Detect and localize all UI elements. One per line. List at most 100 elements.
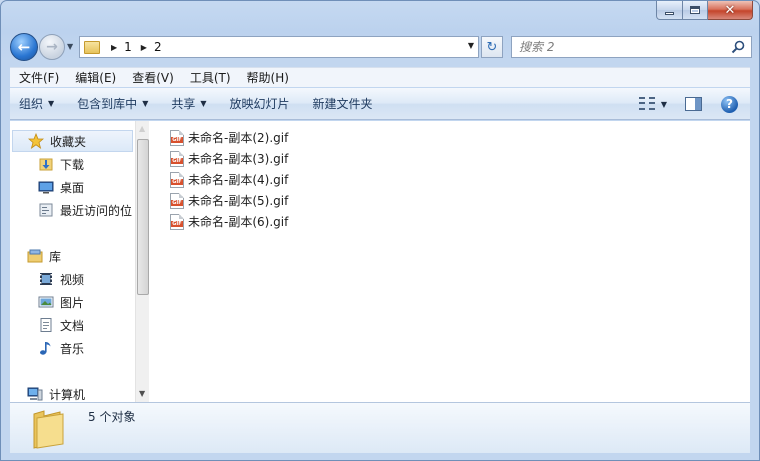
gif-file-icon-label: GIF <box>171 136 183 143</box>
recent-pages-dropdown[interactable]: ▼ <box>67 42 73 51</box>
file-item[interactable]: GIF 未命名-副本(3).gif <box>170 148 288 169</box>
file-name: 未命名-副本(4).gif <box>188 173 289 187</box>
file-item[interactable]: GIF 未命名-副本(5).gif <box>170 190 288 211</box>
folder-icon <box>33 410 64 449</box>
file-item[interactable]: GIF 未命名-副本(4).gif <box>170 169 288 190</box>
menu-help[interactable]: 帮助(H) <box>238 69 296 86</box>
file-item[interactable]: GIF 未命名-副本(6).gif <box>170 211 288 232</box>
menu-tools[interactable]: 工具(T) <box>181 69 238 86</box>
nav-videos[interactable]: 视频 <box>10 268 84 290</box>
share-button[interactable]: 共享 ▼ <box>162 95 214 112</box>
address-dropdown-icon[interactable]: ▼ <box>468 41 474 50</box>
navigation-scrollbar[interactable]: ▲ ▼ <box>135 121 149 402</box>
nav-libraries-label: 库 <box>49 249 62 264</box>
folder-icon <box>84 40 100 54</box>
refresh-button[interactable]: ↻ <box>481 36 503 58</box>
nav-recent-places-label: 最近访问的位 <box>60 203 133 218</box>
desktop-icon <box>38 181 54 194</box>
organize-label: 组织 <box>19 97 44 111</box>
back-arrow-icon: ← <box>17 38 31 56</box>
nav-documents-label: 文档 <box>60 318 85 333</box>
file-name: 未命名-副本(6).gif <box>188 215 289 229</box>
nav-music[interactable]: 音乐 <box>10 337 84 359</box>
nav-favorites-label: 收藏夹 <box>50 134 87 149</box>
gif-file-icon-label: GIF <box>171 220 183 227</box>
help-icon[interactable]: ? <box>721 95 738 113</box>
new-folder-button[interactable]: 新建文件夹 <box>304 95 381 112</box>
maximize-button[interactable] <box>683 1 708 20</box>
gif-file-icon: GIF <box>170 192 184 209</box>
forward-arrow-icon: → <box>46 39 58 55</box>
breadcrumb-item-1[interactable]: 1 <box>124 40 132 54</box>
breadcrumb-item-2[interactable]: 2 <box>154 40 162 54</box>
back-button[interactable]: ← <box>10 33 38 61</box>
navigation-pane: 收藏夹 下载 桌面 最近访问的位 库 视频 图片 文档 音乐 计算机 ▲ ▼ <box>10 121 149 402</box>
organize-button[interactable]: 组织 ▼ <box>10 95 62 112</box>
scrollbar-thumb[interactable] <box>137 139 149 295</box>
menu-file[interactable]: 文件(F) <box>10 69 66 86</box>
video-icon <box>40 273 52 285</box>
search-input[interactable] <box>519 40 719 54</box>
scroll-down-icon[interactable]: ▼ <box>139 389 145 398</box>
dropdown-arrow-icon: ▼ <box>200 99 207 108</box>
item-count: 5 个对象 <box>88 410 136 424</box>
nav-pictures[interactable]: 图片 <box>10 291 84 313</box>
nav-downloads[interactable]: 下载 <box>10 153 84 175</box>
new-folder-label: 新建文件夹 <box>312 97 373 111</box>
computer-icon <box>27 387 43 401</box>
close-icon: ✕ <box>724 2 736 18</box>
downloads-folder-icon <box>39 158 53 171</box>
gif-file-icon-label: GIF <box>171 199 183 206</box>
file-name: 未命名-副本(5).gif <box>188 194 289 208</box>
maximize-icon <box>690 6 700 14</box>
nav-desktop[interactable]: 桌面 <box>10 176 84 198</box>
nav-recent-places[interactable]: 最近访问的位 <box>10 199 132 221</box>
gif-file-icon-label: GIF <box>171 157 183 164</box>
library-icon <box>27 249 43 263</box>
file-list: GIF 未命名-副本(2).gif GIF 未命名-副本(3).gif GIF … <box>170 127 288 232</box>
menu-edit[interactable]: 编辑(E) <box>66 69 123 86</box>
nav-desktop-label: 桌面 <box>60 180 85 195</box>
forward-button[interactable]: → <box>39 34 65 60</box>
command-bar-right: ▼ ? <box>638 88 750 120</box>
explorer-window: ✕ ← → ▼ ▶ 1 ▶ 2 ▼ ↻ 文件(F) 编辑(E) 查看(V) 工具… <box>0 0 760 461</box>
star-icon <box>28 133 44 149</box>
gif-file-icon-label: GIF <box>171 178 183 185</box>
file-item[interactable]: GIF 未命名-副本(2).gif <box>170 127 288 148</box>
nav-music-label: 音乐 <box>60 341 85 356</box>
file-name: 未命名-副本(3).gif <box>188 152 289 166</box>
command-bar: 组织 ▼ 包含到库中 ▼ 共享 ▼ 放映幻灯片 新建文件夹 ▼ ? <box>10 88 750 120</box>
gif-file-icon: GIF <box>170 213 184 230</box>
slideshow-label: 放映幻灯片 <box>229 97 290 111</box>
preview-pane-icon[interactable] <box>685 97 702 111</box>
menu-view[interactable]: 查看(V) <box>123 69 181 86</box>
gif-file-icon: GIF <box>170 171 184 188</box>
breadcrumb-separator-icon[interactable]: ▶ <box>111 43 117 52</box>
documents-icon <box>40 318 52 332</box>
views-dropdown-icon[interactable]: ▼ <box>661 100 667 109</box>
music-icon <box>40 342 51 355</box>
include-in-library-button[interactable]: 包含到库中 ▼ <box>68 95 156 112</box>
nav-documents[interactable]: 文档 <box>10 314 84 336</box>
slideshow-button[interactable]: 放映幻灯片 <box>221 95 298 112</box>
search-icon[interactable] <box>731 40 745 54</box>
dropdown-arrow-icon: ▼ <box>142 99 149 108</box>
caption-buttons: ✕ <box>656 1 753 21</box>
nav-downloads-label: 下载 <box>60 157 85 172</box>
include-in-library-label: 包含到库中 <box>77 97 138 111</box>
nav-favorites[interactable]: 收藏夹 <box>12 130 133 152</box>
nav-computer[interactable]: 计算机 <box>10 383 85 402</box>
search-box[interactable] <box>511 36 752 58</box>
nav-libraries[interactable]: 库 <box>10 245 61 267</box>
scroll-up-icon[interactable]: ▲ <box>139 124 145 133</box>
nav-videos-label: 视频 <box>60 272 85 287</box>
dropdown-arrow-icon: ▼ <box>48 99 55 108</box>
breadcrumb-separator-icon[interactable]: ▶ <box>141 43 147 52</box>
address-bar[interactable]: ▶ 1 ▶ 2 ▼ <box>79 36 479 58</box>
minimize-button[interactable] <box>656 1 683 20</box>
close-button[interactable]: ✕ <box>708 1 753 20</box>
change-view-icon[interactable] <box>638 97 657 111</box>
minimize-icon <box>665 11 674 15</box>
menu-bar: 文件(F) 编辑(E) 查看(V) 工具(T) 帮助(H) <box>10 67 750 87</box>
gif-file-icon: GIF <box>170 129 184 146</box>
